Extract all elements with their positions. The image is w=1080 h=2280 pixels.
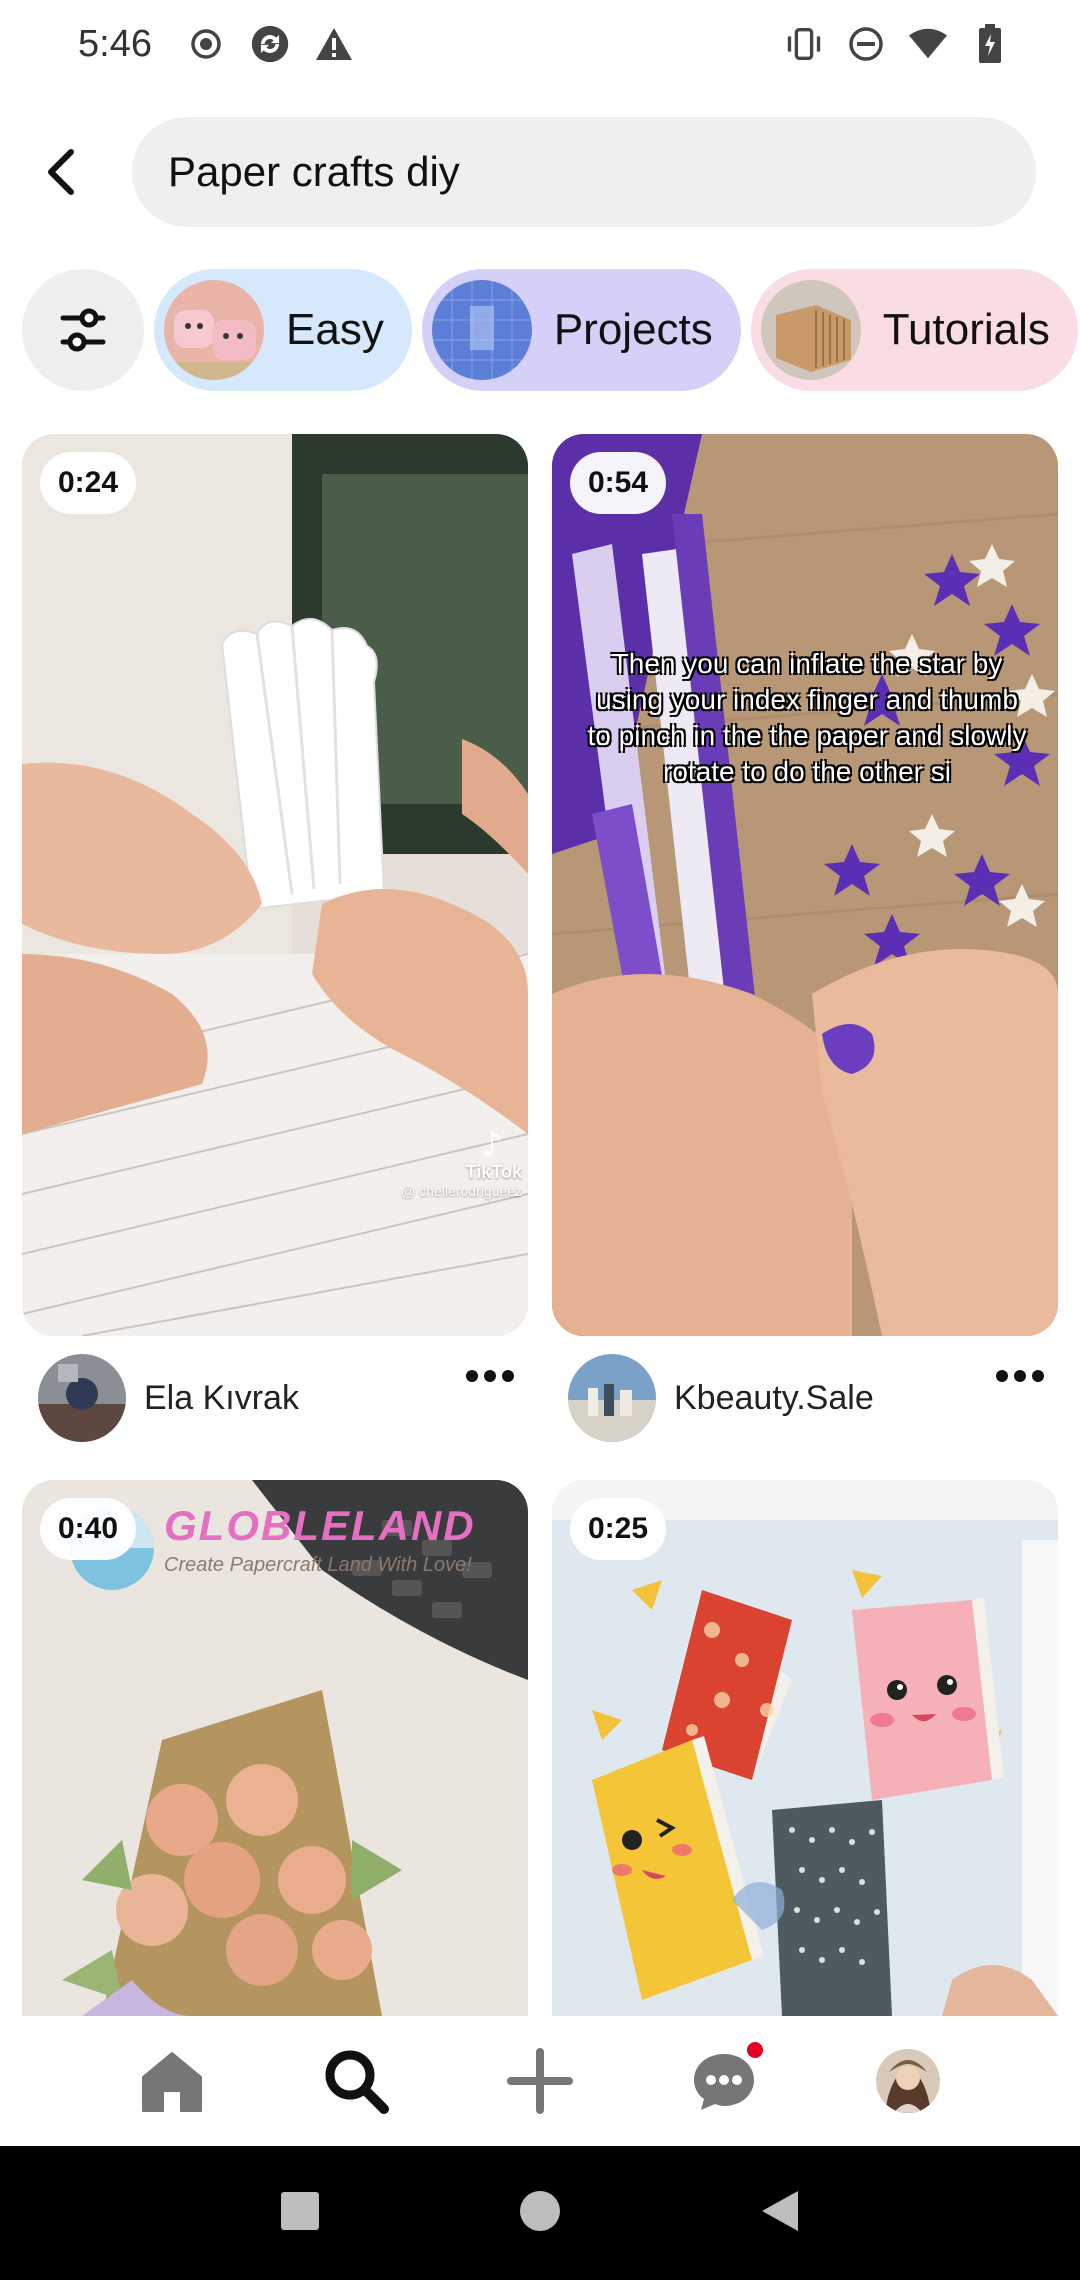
pin-creator-row: Kbeauty.Sale bbox=[568, 1352, 874, 1444]
battery-icon bbox=[970, 24, 1010, 64]
more-dots-icon bbox=[466, 1370, 514, 1382]
more-options-button[interactable] bbox=[990, 1356, 1050, 1396]
pin-image bbox=[552, 1480, 1058, 2016]
recents-button[interactable] bbox=[280, 2191, 320, 2236]
nav-create[interactable] bbox=[495, 2036, 585, 2126]
home-circle-icon bbox=[519, 2190, 560, 2231]
chip-tutorials-label: Tutorials bbox=[882, 305, 1050, 354]
nav-home[interactable] bbox=[127, 2036, 217, 2126]
back-arrow-icon bbox=[48, 149, 74, 195]
home-system-button[interactable] bbox=[519, 2190, 561, 2237]
globleland-logo: GLOBLELAND bbox=[164, 1502, 476, 1549]
search-header: Paper crafts diy bbox=[0, 114, 1080, 230]
vibrate-icon bbox=[784, 24, 824, 64]
creator-avatar[interactable] bbox=[38, 1354, 126, 1442]
filters-button[interactable] bbox=[22, 269, 144, 391]
chip-projects[interactable]: Projects bbox=[421, 269, 741, 391]
back-button[interactable] bbox=[28, 137, 98, 207]
creator-name[interactable]: Ela Kıvrak bbox=[144, 1379, 299, 1418]
pin-creator-row: Ela Kıvrak bbox=[38, 1352, 299, 1444]
pin-card[interactable]: 0:54 Then you can inflate the star by us… bbox=[552, 434, 1058, 1336]
nav-messages[interactable] bbox=[679, 2036, 769, 2126]
bottom-navigation bbox=[0, 2016, 1080, 2146]
chip-projects-label: Projects bbox=[553, 305, 713, 354]
profile-avatar bbox=[876, 2049, 940, 2113]
status-bar: 5:46 bbox=[0, 0, 1080, 88]
search-input[interactable]: Paper crafts diy bbox=[132, 117, 1036, 227]
tiktok-brand: TikTok bbox=[465, 1162, 522, 1182]
chip-tutorials-thumbnail bbox=[760, 280, 861, 380]
pin-card[interactable]: 0:25 bbox=[552, 1480, 1058, 2016]
sync-icon bbox=[250, 24, 290, 64]
svg-text:♪: ♪ bbox=[481, 1125, 503, 1165]
chip-easy-label: Easy bbox=[286, 305, 384, 354]
back-triangle-icon bbox=[762, 2190, 799, 2231]
creator-avatar[interactable] bbox=[568, 1354, 656, 1442]
video-duration-badge: 0:54 bbox=[570, 452, 667, 514]
search-query: Paper crafts diy bbox=[168, 148, 460, 195]
recents-icon bbox=[280, 2191, 319, 2230]
chip-easy-thumbnail bbox=[164, 280, 264, 380]
tiktok-handle: @ chellerodrigueez bbox=[401, 1183, 522, 1199]
chip-projects-thumbnail bbox=[431, 280, 532, 380]
video-duration-badge: 0:24 bbox=[40, 452, 137, 514]
warning-icon bbox=[314, 24, 354, 64]
chip-tutorials[interactable]: Tutorials bbox=[750, 269, 1078, 391]
search-icon bbox=[325, 2050, 389, 2114]
more-options-button[interactable] bbox=[460, 1356, 520, 1396]
home-icon bbox=[142, 2052, 202, 2112]
pin-image: ♪ bbox=[22, 434, 528, 1336]
back-system-button[interactable] bbox=[760, 2189, 800, 2238]
tiktok-watermark: TikTok @ chellerodrigueez bbox=[401, 1162, 522, 1199]
do-not-disturb-icon bbox=[846, 24, 886, 64]
create-icon bbox=[507, 2048, 573, 2114]
system-navigation-bar bbox=[0, 2146, 1080, 2280]
pin-image bbox=[552, 434, 1058, 1336]
pin-card[interactable]: ♪ 0:24 TikTok @ chellerodrigueez bbox=[22, 434, 528, 1336]
notification-dot bbox=[747, 2042, 763, 2058]
filter-chips: Easy Projects Tutorials bbox=[0, 268, 1080, 392]
globleland-tagline: Create Papercraft Land With Love! bbox=[164, 1554, 472, 1576]
creator-name[interactable]: Kbeauty.Sale bbox=[674, 1379, 874, 1418]
status-time: 5:46 bbox=[78, 22, 152, 65]
chip-easy[interactable]: Easy bbox=[154, 269, 412, 391]
wifi-icon bbox=[908, 24, 948, 64]
screen: 5:46 Paper crafts diy Easy Projects Tuto… bbox=[0, 0, 1080, 2280]
record-icon bbox=[186, 24, 226, 64]
video-caption-overlay: Then you can inflate the star by using y… bbox=[587, 648, 1027, 787]
video-duration-badge: 0:40 bbox=[40, 1498, 137, 1560]
nav-profile[interactable] bbox=[863, 2036, 953, 2126]
video-duration-badge: 0:25 bbox=[570, 1498, 667, 1560]
nav-search[interactable] bbox=[311, 2036, 401, 2126]
messages-icon bbox=[694, 2054, 754, 2110]
pin-card[interactable]: 0:40 GLOBLELAND Create Papercraft Land W… bbox=[22, 1480, 528, 2016]
more-dots-icon bbox=[996, 1370, 1044, 1382]
sliders-icon bbox=[60, 308, 106, 352]
